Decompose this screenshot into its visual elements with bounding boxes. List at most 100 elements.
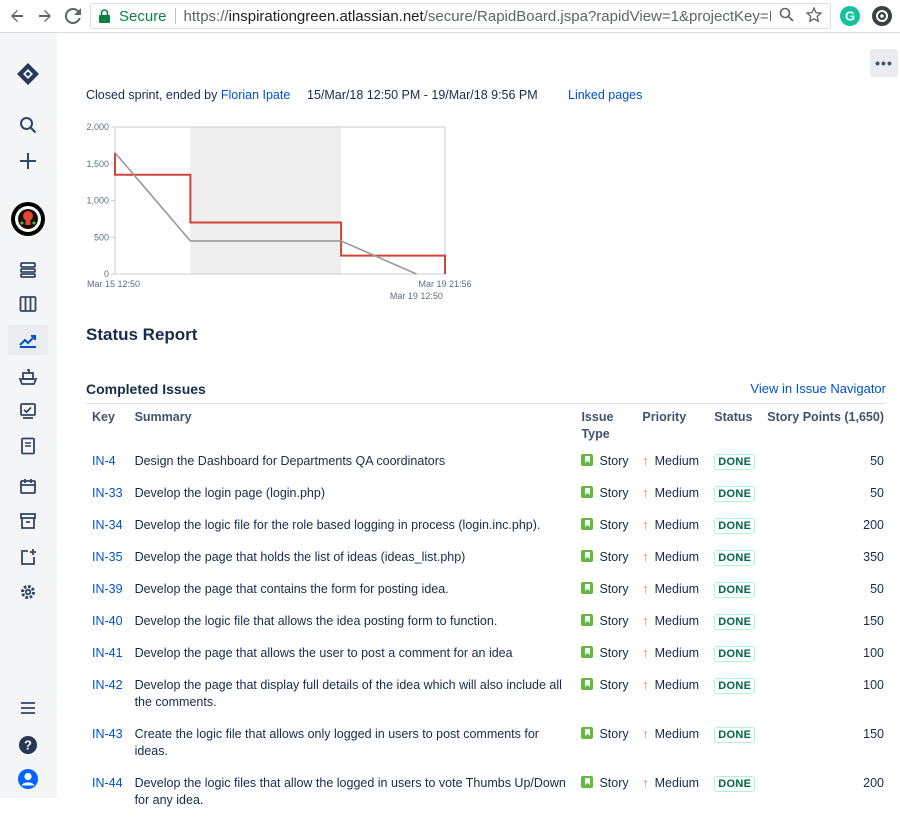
issue-key-link[interactable]: IN-42 [92, 678, 123, 692]
priority-medium-icon: ↑ [642, 727, 649, 741]
issue-key-link[interactable]: IN-43 [92, 727, 123, 741]
project-avatar-icon[interactable] [10, 201, 46, 237]
priority-medium-icon: ↑ [642, 550, 649, 564]
x-tick-label: Mar 15 12:50 [87, 279, 140, 289]
sprint-status: Closed sprint, ended by Florian Ipate [86, 88, 290, 102]
view-in-issue-navigator-link[interactable]: View in Issue Navigator [750, 381, 886, 396]
menu-icon[interactable] [16, 696, 40, 720]
story-points-value: 350 [863, 550, 884, 564]
issue-key-link[interactable]: IN-34 [92, 518, 123, 532]
issue-key-link[interactable]: IN-35 [92, 550, 123, 564]
issue-key-link[interactable]: IN-40 [92, 614, 123, 628]
issue-type-label: Story [599, 727, 629, 741]
releases-icon[interactable] [16, 365, 40, 389]
story-icon [581, 646, 594, 658]
sprint-dates: 15/Mar/18 12:50 PM - 19/Mar/18 9:56 PM [307, 88, 538, 102]
status-badge: DONE [714, 614, 756, 630]
help-icon[interactable]: ? [16, 733, 40, 757]
status-badge: DONE [714, 582, 756, 598]
priority-medium-icon: ↑ [642, 678, 649, 692]
global-sidebar: ? [0, 33, 57, 798]
issue-key-link[interactable]: IN-39 [92, 582, 123, 596]
issue-type-label: Story [599, 486, 629, 500]
address-bar[interactable]: Secure https://inspirationgreen.atlassia… [90, 3, 831, 29]
page-title: Status Report [86, 325, 198, 344]
story-points-value: 150 [863, 614, 884, 628]
back-icon[interactable] [6, 5, 28, 27]
story-icon [581, 678, 594, 690]
status-badge: DONE [714, 550, 756, 566]
components-icon[interactable] [16, 474, 40, 498]
issue-type-label: Story [599, 454, 629, 468]
status-badge: DONE [714, 678, 756, 694]
issue-summary: Design the Dashboard for Departments QA … [134, 454, 446, 468]
story-points-value: 50 [870, 582, 884, 596]
y-tick-label: 0 [104, 269, 109, 279]
priority-label: Medium [654, 454, 700, 468]
more-actions-button[interactable]: ••• [870, 49, 898, 77]
completed-issues-heading: Completed Issues [86, 381, 206, 397]
issue-summary: Develop the login page (login.php) [134, 486, 325, 500]
table-row: IN-33 Develop the login page (login.php) S… [86, 478, 886, 510]
archive-icon[interactable] [16, 509, 40, 533]
priority-label: Medium [654, 776, 700, 790]
reports-icon[interactable] [8, 325, 48, 355]
jira-logo-icon[interactable] [16, 62, 40, 86]
priority-label: Medium [654, 678, 700, 692]
backlog-icon[interactable] [16, 258, 40, 282]
sprint-status-prefix: Closed sprint, ended by [86, 88, 218, 102]
story-icon [581, 614, 594, 626]
lock-icon [99, 9, 115, 23]
issue-type-label: Story [599, 678, 629, 692]
reload-icon[interactable] [62, 5, 84, 27]
column-header-summary[interactable]: Summary [129, 406, 576, 446]
table-row: IN-43 Create the logic file that allows o… [86, 719, 886, 768]
issue-key-link[interactable]: IN-33 [92, 486, 123, 500]
priority-label: Medium [654, 518, 700, 532]
status-badge: DONE [714, 727, 756, 743]
priority-label: Medium [654, 646, 700, 660]
url-text[interactable]: https://inspirationgreen.atlassian.net/s… [184, 8, 771, 25]
priority-label: Medium [654, 614, 700, 628]
extension-icon[interactable] [872, 6, 892, 26]
table-row: IN-34 Develop the logic file for the role… [86, 510, 886, 542]
priority-medium-icon: ↑ [642, 614, 649, 628]
grammarly-extension-icon[interactable]: G [840, 6, 860, 26]
zoom-icon[interactable] [779, 7, 794, 26]
issue-key-link[interactable]: IN-44 [92, 776, 123, 790]
completed-issues-table: Key Summary Issue Type Priority Status S… [86, 406, 886, 817]
sprint-ended-by-link[interactable]: Florian Ipate [221, 88, 290, 102]
priority-label: Medium [654, 727, 700, 741]
issue-key-link[interactable]: IN-4 [92, 454, 116, 468]
table-header-row: Key Summary Issue Type Priority Status S… [86, 406, 886, 446]
search-icon[interactable] [16, 113, 40, 137]
settings-icon[interactable] [16, 580, 40, 604]
column-header-status[interactable]: Status [708, 406, 761, 446]
story-points-value: 100 [863, 678, 884, 692]
report-content: ••• Closed sprint, ended by Florian Ipat… [57, 33, 900, 807]
issue-summary: Develop the page that holds the list of … [134, 550, 466, 564]
column-header-priority[interactable]: Priority [636, 406, 708, 446]
priority-label: Medium [654, 486, 700, 500]
create-icon[interactable] [16, 149, 40, 173]
pages-icon[interactable] [16, 434, 40, 458]
board-icon[interactable] [16, 292, 40, 316]
y-tick-label: 2,000 [86, 122, 109, 132]
profile-icon[interactable] [16, 767, 40, 791]
story-icon [581, 776, 594, 788]
status-badge: DONE [714, 518, 756, 534]
column-header-story-points[interactable]: Story Points (1,650) [761, 406, 886, 446]
issue-type-label: Story [599, 518, 629, 532]
bookmark-star-icon[interactable] [805, 5, 823, 26]
linked-pages-link[interactable]: Linked pages [568, 88, 642, 102]
story-points-value: 100 [863, 646, 884, 660]
forward-icon[interactable] [34, 5, 56, 27]
story-icon [581, 550, 594, 562]
issue-type-label: Story [599, 614, 629, 628]
column-header-key[interactable]: Key [86, 406, 129, 446]
issues-list: IN-4 Design the Dashboard for Departments… [86, 446, 886, 817]
issue-key-link[interactable]: IN-41 [92, 646, 123, 660]
column-header-issue-type[interactable]: Issue Type [575, 406, 636, 446]
issues-icon[interactable] [16, 399, 40, 423]
add-item-icon[interactable] [16, 545, 40, 569]
